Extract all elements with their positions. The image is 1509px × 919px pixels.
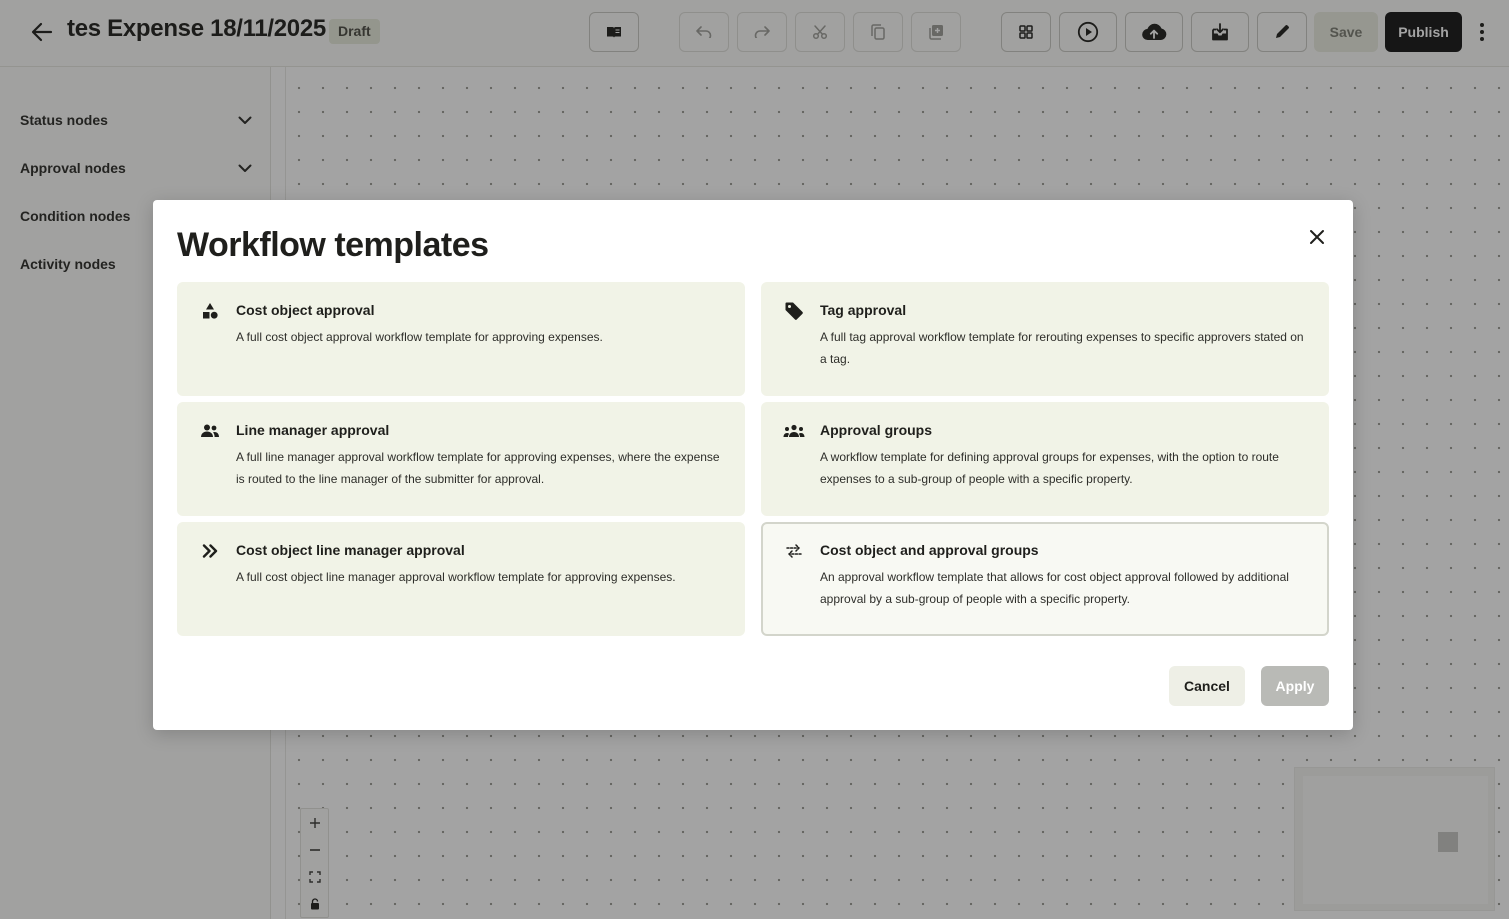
double-chevron-right-icon (199, 540, 221, 562)
cancel-button[interactable]: Cancel (1169, 666, 1245, 706)
template-card-title: Tag approval (820, 302, 907, 318)
template-card-tag-approval[interactable]: Tag approval A full tag approval workflo… (761, 282, 1329, 396)
template-card-description: A full cost object line manager approval… (236, 570, 676, 584)
shapes-icon (199, 300, 221, 322)
swap-arrows-icon (783, 540, 805, 562)
template-card-description: A full cost object approval workflow tem… (236, 330, 603, 344)
template-card-title: Approval groups (820, 422, 933, 438)
template-card-cost-object-and-approval-groups[interactable]: Cost object and approval groups An appro… (761, 522, 1329, 636)
template-card-description: A full tag approval workflow template fo… (820, 330, 1304, 366)
template-card-cost-object-line-manager-approval[interactable]: Cost object line manager approval A full… (177, 522, 745, 636)
close-button[interactable] (1303, 223, 1331, 251)
template-card-description: A full line manager approval workflow te… (236, 450, 720, 486)
group-icon (783, 420, 805, 442)
template-card-title: Line manager approval (236, 422, 390, 438)
template-card-line-manager-approval[interactable]: Line manager approval A full line manage… (177, 402, 745, 516)
people-icon (199, 420, 221, 442)
dialog-title: Workflow templates (177, 226, 489, 264)
tag-icon (783, 300, 805, 322)
template-card-title: Cost object and approval groups (820, 542, 1039, 558)
template-card-cost-object-approval[interactable]: Cost object approval A full cost object … (177, 282, 745, 396)
workflow-templates-dialog: Workflow templates Cost object approval … (153, 200, 1353, 730)
template-card-approval-groups[interactable]: Approval groups A workflow template for … (761, 402, 1329, 516)
template-card-description: An approval workflow template that allow… (820, 570, 1289, 606)
template-card-description: A workflow template for defining approva… (820, 450, 1279, 486)
close-icon (1310, 230, 1324, 244)
template-card-title: Cost object line manager approval (236, 542, 465, 558)
template-card-title: Cost object approval (236, 302, 375, 318)
apply-button[interactable]: Apply (1261, 666, 1329, 706)
